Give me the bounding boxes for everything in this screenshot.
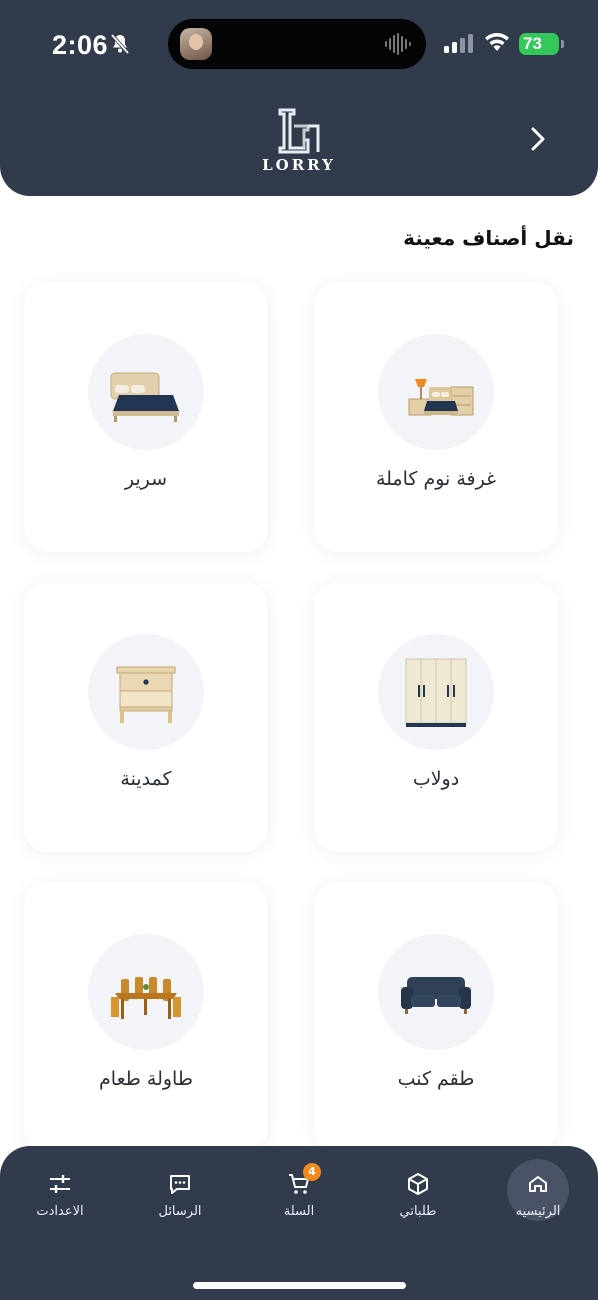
category-card-bedroom-set[interactable]: غرفة نوم كاملة xyxy=(314,282,558,552)
now-playing-avatar xyxy=(180,28,212,60)
battery-indicator: 73 xyxy=(519,33,564,55)
chat-icon xyxy=(170,1175,190,1194)
home-indicator[interactable] xyxy=(193,1282,406,1289)
nav-label: السلة xyxy=(283,1204,315,1219)
chevron-right-icon[interactable] xyxy=(524,124,552,154)
wardrobe-image xyxy=(378,634,494,750)
bedroom-set-image xyxy=(378,334,494,450)
home-icon xyxy=(529,1176,547,1192)
category-card-nightstand[interactable]: كمدينة xyxy=(24,582,268,852)
signal-icon xyxy=(444,34,473,53)
category-label: طاولة طعام xyxy=(99,1068,193,1090)
category-label: سرير xyxy=(124,468,168,490)
nav-item-orders[interactable]: طلباتي xyxy=(368,1166,468,1236)
bell-muted-icon xyxy=(110,33,130,55)
cart-count-badge: 4 xyxy=(303,1163,321,1181)
sliders-icon xyxy=(50,1175,70,1193)
status-time: 2:06 xyxy=(52,30,109,60)
nav-label: الرسائل xyxy=(158,1204,202,1219)
category-label: طقم كنب xyxy=(397,1068,475,1090)
bottom-nav: الرئيسيه طلباتي 4 السلة الرسائل الاعدادت xyxy=(0,1146,598,1300)
dynamic-island xyxy=(168,19,426,69)
category-card-sofa[interactable]: طقم كنب xyxy=(314,882,558,1152)
section-title: نقل أصناف معينة xyxy=(403,226,574,250)
audio-wave-icon xyxy=(385,33,411,55)
nav-label: الرئيسيه xyxy=(515,1204,561,1219)
category-card-wardrobe[interactable]: دولاب xyxy=(314,582,558,852)
app-header: 2:06 73 LORRY xyxy=(0,0,598,196)
sofa-image xyxy=(378,934,494,1050)
wifi-icon xyxy=(485,33,509,51)
category-label: دولاب xyxy=(412,768,460,790)
bed-image xyxy=(88,334,204,450)
nav-label: طلباتي xyxy=(399,1204,437,1219)
nav-item-cart[interactable]: 4 السلة xyxy=(249,1163,349,1236)
category-label: غرفة نوم كاملة xyxy=(375,468,497,490)
nightstand-image xyxy=(88,634,204,750)
nav-item-home[interactable]: الرئيسيه xyxy=(488,1159,588,1236)
nav-label: الاعدادت xyxy=(36,1204,84,1219)
category-label: كمدينة xyxy=(120,768,172,790)
status-bar: 2:06 73 xyxy=(0,0,598,90)
nav-item-settings[interactable]: الاعدادت xyxy=(10,1166,110,1236)
category-card-dining-table[interactable]: طاولة طعام xyxy=(24,882,268,1152)
category-card-bed[interactable]: سرير xyxy=(24,282,268,552)
battery-level: 73 xyxy=(519,33,559,55)
box-icon xyxy=(408,1173,428,1195)
nav-item-messages[interactable]: الرسائل xyxy=(130,1166,230,1236)
brand-name: LORRY xyxy=(262,156,336,174)
dining-table-image xyxy=(88,934,204,1050)
